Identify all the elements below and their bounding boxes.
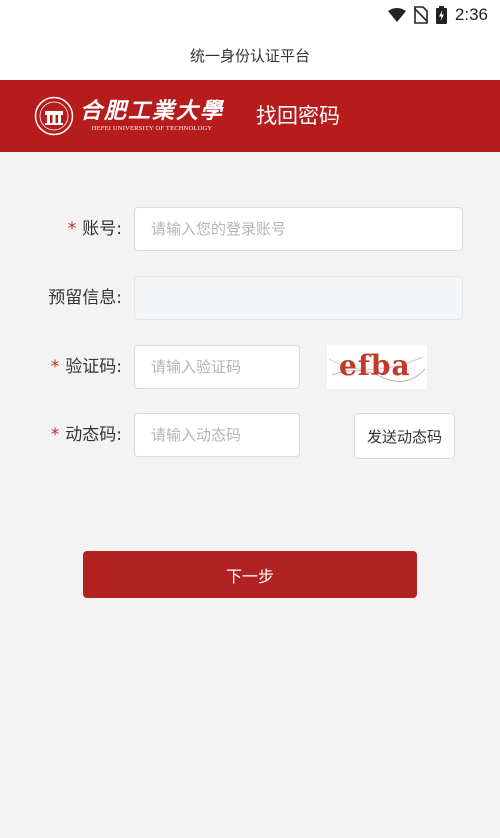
logo-chinese-name: 合肥工業大學 (80, 98, 225, 124)
captcha-image[interactable]: efba (327, 345, 427, 389)
status-time: 2:36 (454, 5, 488, 24)
captcha-input[interactable] (134, 345, 300, 389)
captcha-row: *验证码: efba (0, 345, 500, 389)
account-input[interactable] (134, 207, 463, 251)
reserved-info-label: 预留信息: (48, 288, 122, 308)
sms-code-row: *动态码: 发送动态码 (0, 413, 500, 459)
sms-code-label: * 动态码: (50, 425, 122, 445)
required-mark: * (50, 425, 60, 445)
wifi-icon (387, 8, 406, 22)
next-button[interactable]: 下一步 (83, 551, 417, 598)
account-label: * 账号: (67, 219, 122, 239)
app-title: 统一身份认证平台 (189, 46, 310, 65)
battery-charging-icon (435, 6, 447, 24)
page-title: 找回密码 (256, 104, 340, 128)
no-sim-icon (413, 6, 428, 24)
status-bar: 2:36 (0, 0, 500, 30)
sms-code-input[interactable] (134, 413, 300, 457)
university-seal-icon (34, 96, 74, 136)
captcha-label: * 验证码: (50, 357, 122, 377)
captcha-text: efba (339, 349, 411, 382)
required-mark: * (50, 357, 60, 377)
logo-english-name: HEFEI UNIVERSITY OF TECHNOLOGY (91, 125, 213, 132)
university-logo: 合肥工業大學 HEFEI UNIVERSITY OF TECHNOLOGY (34, 96, 224, 136)
required-mark: * (67, 219, 77, 239)
brand-header: 合肥工業大學 HEFEI UNIVERSITY OF TECHNOLOGY 找回… (0, 80, 500, 152)
send-sms-code-button[interactable]: 发送动态码 (354, 413, 455, 459)
account-row: * 账号: (0, 207, 500, 251)
reserved-info-field (134, 276, 463, 320)
app-title-bar: 统一身份认证平台 (0, 30, 500, 80)
reserved-info-row: 预留信息: (0, 276, 500, 320)
